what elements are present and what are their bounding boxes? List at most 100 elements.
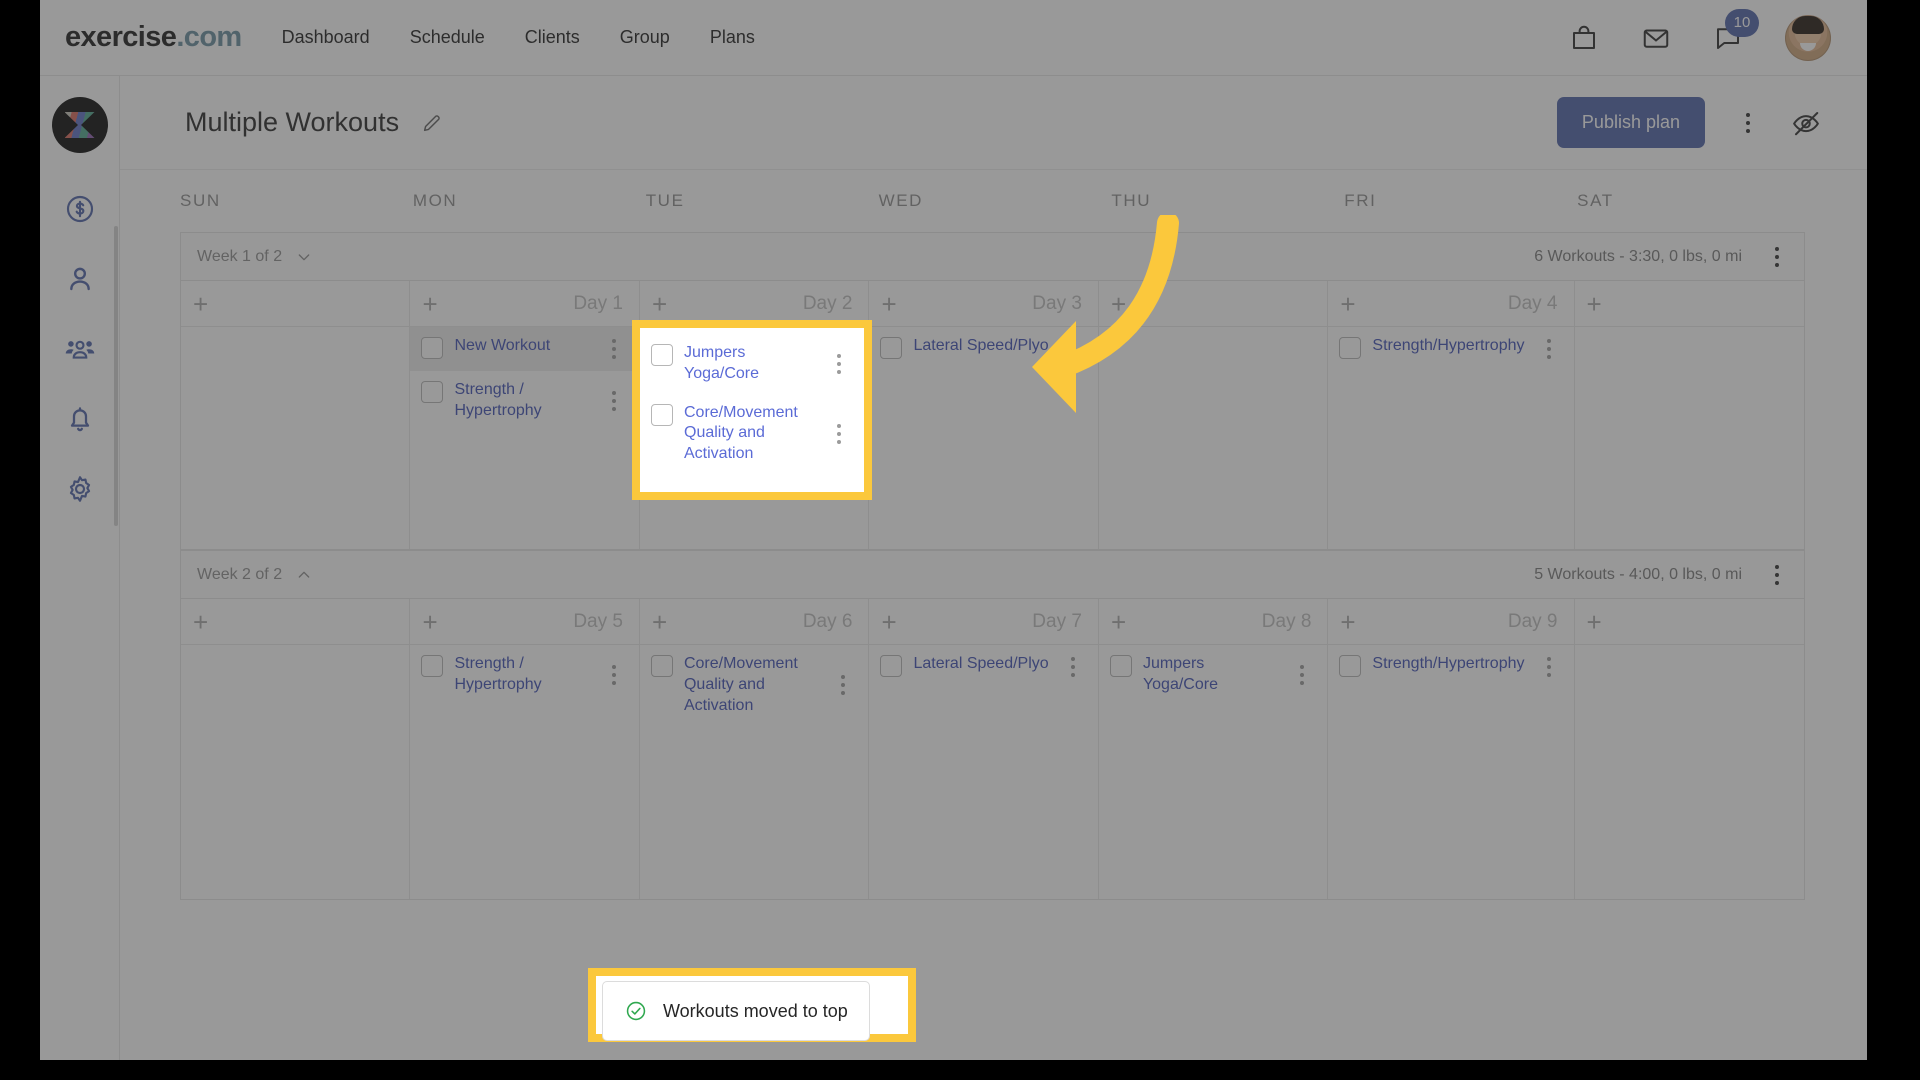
workout-item[interactable]: Jumpers Yoga/Core [640, 334, 864, 394]
workout-name: Strength/Hypertrophy [1372, 337, 1525, 354]
avatar[interactable] [1785, 14, 1831, 61]
dow-thu: THU [1111, 191, 1152, 210]
day-column: + [181, 281, 411, 549]
week-2-bar: Week 2 of 2 5 Workouts - 4:00, 0 lbs, 0 … [180, 550, 1805, 598]
dow-sun: SUN [180, 191, 221, 210]
chevron-down-icon[interactable] [296, 249, 312, 265]
workout-kebab-menu-icon[interactable] [830, 672, 856, 698]
add-workout-button[interactable]: + [422, 609, 437, 635]
envelope-icon[interactable] [1641, 23, 1671, 53]
workout-item[interactable]: Jumpers Yoga/Core [1099, 645, 1327, 705]
workout-kebab-menu-icon[interactable] [1536, 336, 1562, 362]
check-circle-icon [625, 1000, 647, 1022]
workout-kebab-menu-icon[interactable] [826, 421, 852, 447]
workout-kebab-menu-icon[interactable] [826, 351, 852, 377]
page-title: Multiple Workouts [185, 107, 400, 137]
add-workout-button[interactable]: + [1340, 291, 1355, 317]
add-workout-button[interactable]: + [1111, 609, 1126, 635]
add-workout-button[interactable]: + [422, 291, 437, 317]
workout-checkbox[interactable] [1109, 655, 1132, 677]
publish-plan-button[interactable]: Publish plan [1556, 97, 1705, 148]
workout-checkbox[interactable] [421, 337, 444, 359]
brand-name: exercise [65, 21, 177, 53]
day-column: + [1574, 281, 1804, 549]
app-logo[interactable] [51, 97, 108, 153]
plan-header-actions: Publish plan [1556, 97, 1867, 148]
workout-checkbox[interactable] [651, 344, 673, 366]
eye-off-icon[interactable] [1791, 108, 1821, 138]
day-column: + Day 1 New Workout Strength / Hypertrophy [410, 281, 640, 549]
app-page: exercise.com Dashboard Schedule Clients … [40, 0, 1867, 1080]
workout-name: Core/Movement Quality and Activation [684, 403, 798, 463]
add-workout-button[interactable]: + [652, 291, 667, 317]
workout-item[interactable]: Strength/Hypertrophy [1328, 327, 1573, 371]
highlight-box-workout-card: Jumpers Yoga/Core Core/Movement Quality a… [632, 320, 872, 500]
dow-sat: SAT [1577, 191, 1614, 210]
day-number-label: Day 5 [573, 610, 623, 632]
sidebar-scrollbar[interactable] [114, 226, 118, 526]
workout-kebab-menu-icon[interactable] [1060, 654, 1086, 680]
brand-logo[interactable]: exercise.com [65, 21, 242, 54]
workout-item[interactable]: Strength / Hypertrophy [410, 371, 638, 431]
workout-item[interactable]: Core/Movement Quality and Activation [640, 645, 868, 725]
workout-checkbox[interactable] [421, 381, 444, 403]
shopping-bag-icon[interactable] [1569, 23, 1599, 53]
add-workout-button[interactable]: + [652, 609, 667, 635]
chat-bubble-icon[interactable]: 10 [1713, 8, 1759, 53]
add-workout-button[interactable]: + [1340, 609, 1355, 635]
curved-arrow-annotation [1032, 215, 1179, 413]
nav-link-plans[interactable]: Plans [710, 27, 755, 48]
workout-kebab-menu-icon[interactable] [601, 662, 627, 688]
week-1-label: Week 1 of 2 [197, 247, 283, 265]
day-column: + Day 4 Strength/Hypertrophy [1328, 281, 1575, 549]
workout-item[interactable]: Lateral Speed/Plyo [869, 645, 1097, 689]
workout-item[interactable]: Strength / Hypertrophy [410, 645, 638, 705]
chevron-up-icon[interactable] [296, 567, 312, 583]
add-workout-button[interactable]: + [193, 291, 208, 317]
dollar-circle-icon[interactable] [64, 193, 96, 225]
primary-nav: Dashboard Schedule Clients Group Plans [282, 27, 755, 48]
day-number-label: Day 2 [802, 292, 853, 314]
workout-checkbox[interactable] [421, 655, 444, 677]
add-workout-button[interactable]: + [881, 609, 896, 635]
week-2-kebab-menu-icon[interactable] [1764, 562, 1790, 588]
workout-checkbox[interactable] [1339, 655, 1362, 677]
top-navbar: exercise.com Dashboard Schedule Clients … [40, 0, 1867, 76]
day-column: + Day 9 Strength/Hypertrophy [1328, 599, 1575, 899]
bell-icon[interactable] [64, 403, 96, 435]
workout-name: New Workout [454, 337, 551, 354]
add-workout-button[interactable]: + [1587, 609, 1602, 635]
week-1-kebab-menu-icon[interactable] [1764, 244, 1790, 270]
workout-item[interactable]: Strength/Hypertrophy [1328, 645, 1573, 689]
week-2-summary: 5 Workouts - 4:00, 0 lbs, 0 mi [1534, 565, 1742, 583]
add-workout-button[interactable]: + [193, 609, 208, 635]
nav-link-schedule[interactable]: Schedule [410, 27, 485, 48]
day-column-header: + Day 5 [410, 599, 639, 645]
add-workout-button[interactable]: + [1587, 291, 1602, 317]
plan-kebab-menu-icon[interactable] [1735, 110, 1761, 136]
person-icon[interactable] [64, 263, 96, 295]
workout-kebab-menu-icon[interactable] [601, 336, 627, 362]
workout-kebab-menu-icon[interactable] [1536, 654, 1562, 680]
workout-item[interactable]: Core/Movement Quality and Activation [640, 394, 864, 474]
nav-link-group[interactable]: Group [620, 27, 670, 48]
workout-kebab-menu-icon[interactable] [601, 388, 627, 414]
workout-checkbox[interactable] [880, 655, 903, 677]
workout-checkbox[interactable] [651, 403, 673, 426]
gear-icon[interactable] [64, 473, 96, 505]
workout-name: Lateral Speed/Plyo [913, 655, 1049, 672]
workout-checkbox[interactable] [1339, 337, 1362, 359]
group-icon[interactable] [64, 333, 96, 365]
workout-kebab-menu-icon[interactable] [1289, 662, 1315, 688]
day-column-header: + [1574, 599, 1804, 645]
day-number-label: Day 1 [573, 292, 623, 314]
week-1-summary: 6 Workouts - 3:30, 0 lbs, 0 mi [1534, 247, 1742, 265]
nav-link-dashboard[interactable]: Dashboard [282, 27, 370, 48]
nav-link-clients[interactable]: Clients [525, 27, 580, 48]
workout-item[interactable]: New Workout [410, 327, 639, 371]
pencil-icon[interactable] [421, 112, 443, 134]
workout-name: Strength/Hypertrophy [1372, 655, 1525, 672]
dow-wed: WED [878, 191, 924, 210]
workout-name: Jumpers Yoga/Core [684, 344, 760, 382]
workout-checkbox[interactable] [650, 655, 673, 677]
